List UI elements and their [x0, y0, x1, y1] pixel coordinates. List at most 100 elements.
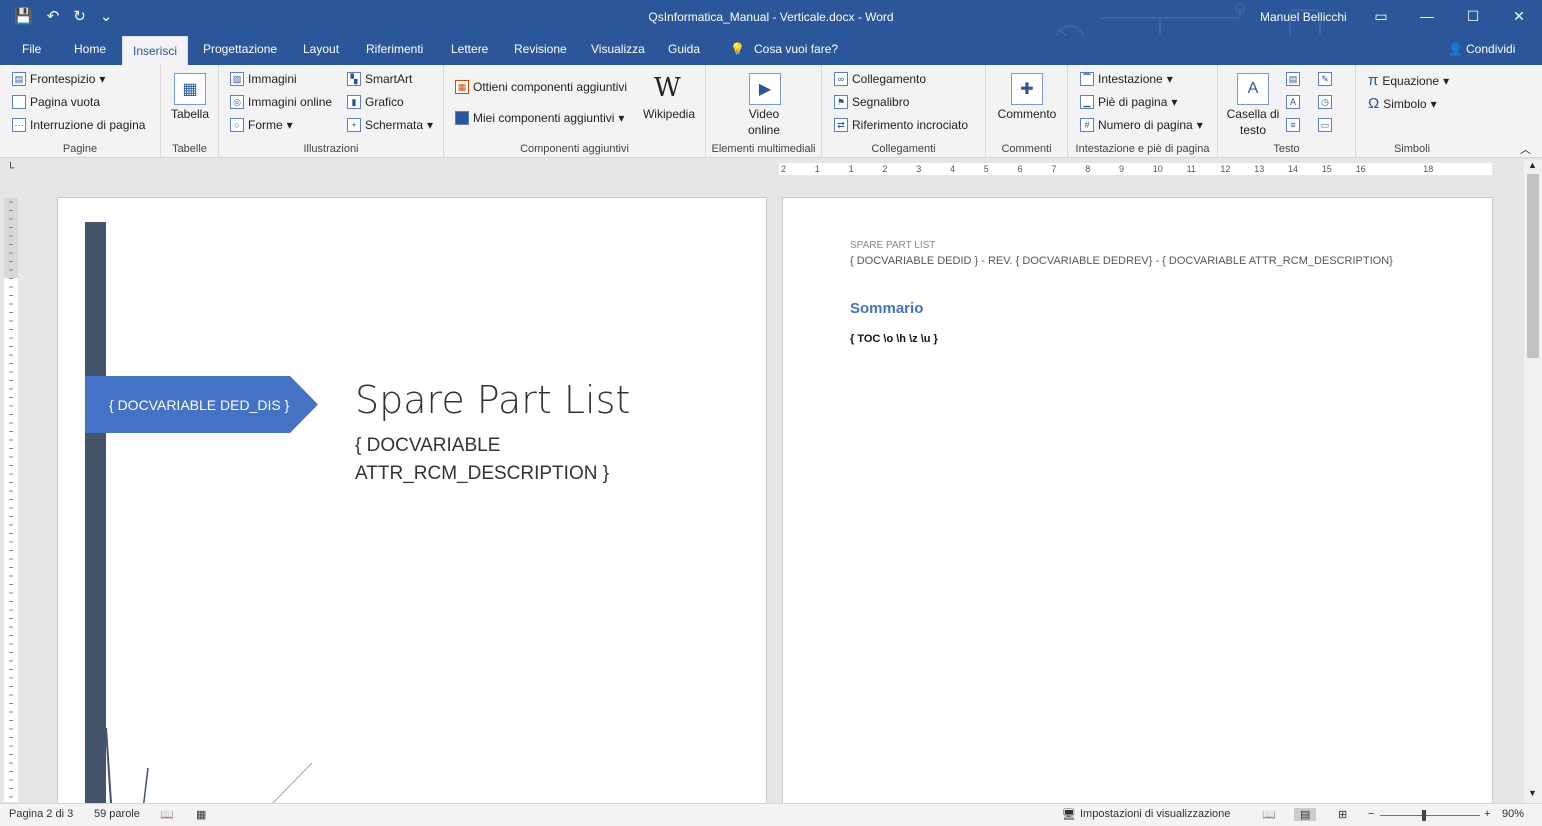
status-bar: Pagina 2 di 3 59 parole 📖 ▦ 🖥 Impostazio…: [0, 803, 1542, 826]
tab-home[interactable]: Home: [72, 42, 108, 56]
display-settings-button[interactable]: Impostazioni di visualizzazione: [1080, 808, 1230, 820]
comment-icon[interactable]: ✚: [1011, 73, 1043, 105]
horizontal-ruler[interactable]: 2 1 1 2 3 4 5 6 7 8 9 10 11 12 13 14 15 16 18: [779, 163, 1492, 175]
schermata-button[interactable]: + Schermata ▾: [347, 118, 433, 132]
scroll-down-icon[interactable]: ▼: [1528, 788, 1537, 798]
tell-me-input[interactable]: Cosa vuoi fare?: [752, 42, 840, 56]
ruler-number: 5: [984, 164, 989, 174]
tab-guida[interactable]: Guida: [666, 42, 702, 56]
numero-pagina-button[interactable]: # Numero di pagina ▾: [1080, 118, 1203, 132]
casella-testo-button[interactable]: Casella di testo: [1222, 106, 1284, 138]
text-box-icon[interactable]: A: [1237, 73, 1269, 105]
signature-line-icon[interactable]: ✎: [1318, 72, 1332, 86]
frontespizio-button[interactable]: ▤ Frontespizio ▾: [12, 72, 105, 86]
smartart-button[interactable]: ▚ SmartArt: [347, 72, 412, 86]
date-time-icon[interactable]: ◷: [1318, 95, 1332, 109]
group-pagine: ▤ Frontespizio ▾ Pagina vuota ⋯ Interruzio…: [0, 65, 161, 158]
toc-field[interactable]: { TOC \o \h \z \u }: [850, 333, 938, 345]
display-settings-icon: 🖥: [1062, 809, 1076, 821]
page-count[interactable]: Pagina 2 di 3: [9, 808, 73, 820]
macro-icon[interactable]: ▦: [196, 808, 206, 821]
pagina-vuota-button[interactable]: Pagina vuota: [12, 95, 100, 109]
tab-progettazione[interactable]: Progettazione: [201, 42, 279, 56]
video-online-button[interactable]: Video online: [734, 106, 794, 138]
wordart-icon[interactable]: A: [1286, 95, 1300, 109]
drop-cap-icon[interactable]: ≡: [1286, 118, 1300, 132]
group-testo: A Casella di testo ▤ A ≡ ✎ ◷ ▭ Testo: [1218, 65, 1356, 158]
ribbon-display-icon[interactable]: ▭: [1358, 0, 1404, 32]
cover-banner[interactable]: { DOCVARIABLE DED_DIS }: [85, 376, 318, 433]
scroll-up-icon[interactable]: ▲: [1528, 160, 1537, 170]
group-label-tabelle: Tabelle: [172, 143, 207, 155]
word-count[interactable]: 59 parole: [94, 808, 140, 820]
scroll-thumb[interactable]: [1527, 174, 1539, 358]
collegamento-button[interactable]: ∞ Collegamento: [834, 72, 926, 86]
intestazione-button[interactable]: ▔ Intestazione ▾: [1080, 72, 1173, 86]
lightbulb-icon: 💡: [730, 42, 745, 56]
tabella-button[interactable]: Tabella: [166, 106, 214, 122]
user-name[interactable]: Manuel Bellicchi: [1260, 10, 1347, 24]
tab-visualizza[interactable]: Visualizza: [589, 42, 647, 56]
web-layout-icon[interactable]: ⊞: [1338, 808, 1347, 821]
tab-inserisci[interactable]: Inserisci: [122, 36, 189, 65]
object-icon[interactable]: ▭: [1318, 118, 1332, 132]
read-mode-icon[interactable]: 📖: [1262, 808, 1276, 821]
ruler-number: 7: [1051, 164, 1056, 174]
forme-button[interactable]: ○ Forme ▾: [230, 118, 293, 132]
tab-file[interactable]: File: [20, 42, 43, 56]
equazione-button[interactable]: π Equazione ▾: [1368, 72, 1449, 89]
collapse-ribbon-icon[interactable]: ︿: [1520, 141, 1531, 157]
tab-riferimenti[interactable]: Riferimenti: [364, 42, 425, 56]
grafico-button[interactable]: ▮ Grafico: [347, 95, 404, 109]
zoom-level[interactable]: 90%: [1502, 808, 1524, 820]
immagini-button[interactable]: ▨ Immagini: [230, 72, 297, 86]
online-picture-icon: ◎: [230, 95, 244, 109]
online-video-icon[interactable]: ▶: [749, 73, 781, 105]
ruler-number: 15: [1322, 164, 1332, 174]
close-button[interactable]: ✕: [1496, 0, 1542, 32]
vertical-scrollbar[interactable]: ▲ ▼: [1524, 160, 1542, 803]
proofing-icon[interactable]: 📖: [160, 808, 174, 821]
tab-layout[interactable]: Layout: [301, 42, 341, 56]
group-commenti: ✚ Commento Commenti: [986, 65, 1068, 158]
wikipedia-button[interactable]: Wikipedia: [639, 106, 699, 122]
header-fields: { DOCVARIABLE DEDID } - REV. { DOCVARIAB…: [850, 255, 1393, 267]
pie-di-pagina-button[interactable]: ▁ Piè di pagina ▾: [1080, 95, 1177, 109]
share-button[interactable]: Condividi: [1464, 42, 1517, 56]
group-componenti: ▦ Ottieni componenti aggiuntivi Miei comp…: [444, 65, 706, 158]
ruler-number: 8: [1085, 164, 1090, 174]
tab-lettere[interactable]: Lettere: [449, 42, 490, 56]
tab-selector-icon[interactable]: └: [7, 163, 14, 174]
minimize-button[interactable]: —: [1404, 0, 1450, 32]
page-cover[interactable]: { DOCVARIABLE DED_DIS } Spare Part List …: [57, 197, 767, 822]
commento-button[interactable]: Commento: [991, 106, 1063, 122]
pi-icon: π: [1368, 72, 1379, 89]
immagini-online-button[interactable]: ◎ Immagini online: [230, 95, 332, 109]
zoom-slider[interactable]: [1380, 815, 1480, 816]
zoom-slider-thumb[interactable]: [1422, 810, 1426, 821]
group-label-illustrazioni: Illustrazioni: [303, 143, 359, 155]
footer-icon: ▁: [1080, 95, 1094, 109]
cover-subtitle[interactable]: { DOCVARIABLE ATTR_RCM_DESCRIPTION }: [355, 432, 655, 488]
maximize-button[interactable]: ☐: [1450, 0, 1496, 32]
miei-componenti-button[interactable]: Miei componenti aggiuntivi ▾: [455, 111, 624, 125]
segnalibro-button[interactable]: ⚑ Segnalibro: [834, 95, 909, 109]
screenshot-icon: +: [347, 118, 361, 132]
page-toc[interactable]: SPARE PART LIST { DOCVARIABLE DEDID } - …: [782, 197, 1493, 817]
ruler-number: 1: [815, 164, 820, 174]
group-label-pagine: Pagine: [62, 143, 98, 155]
vertical-ruler[interactable]: [4, 198, 18, 802]
ottieni-componenti-button[interactable]: ▦ Ottieni componenti aggiuntivi: [455, 80, 627, 94]
simbolo-button[interactable]: Ω Simbolo ▾: [1368, 95, 1437, 112]
tab-revisione[interactable]: Revisione: [512, 42, 569, 56]
print-layout-icon[interactable]: ▤: [1294, 808, 1317, 821]
toc-heading[interactable]: Sommario: [850, 300, 923, 317]
zoom-in-button[interactable]: +: [1484, 808, 1490, 820]
quick-parts-icon[interactable]: ▤: [1286, 72, 1300, 86]
riferimento-button[interactable]: ⇄ Riferimento incrociato: [834, 118, 968, 132]
interruzione-button[interactable]: ⋯ Interruzione di pagina: [12, 118, 145, 132]
wikipedia-icon[interactable]: W: [654, 73, 681, 103]
table-icon[interactable]: ▦: [174, 73, 206, 105]
zoom-out-button[interactable]: −: [1368, 808, 1374, 820]
cover-title[interactable]: Spare Part List: [355, 378, 630, 422]
